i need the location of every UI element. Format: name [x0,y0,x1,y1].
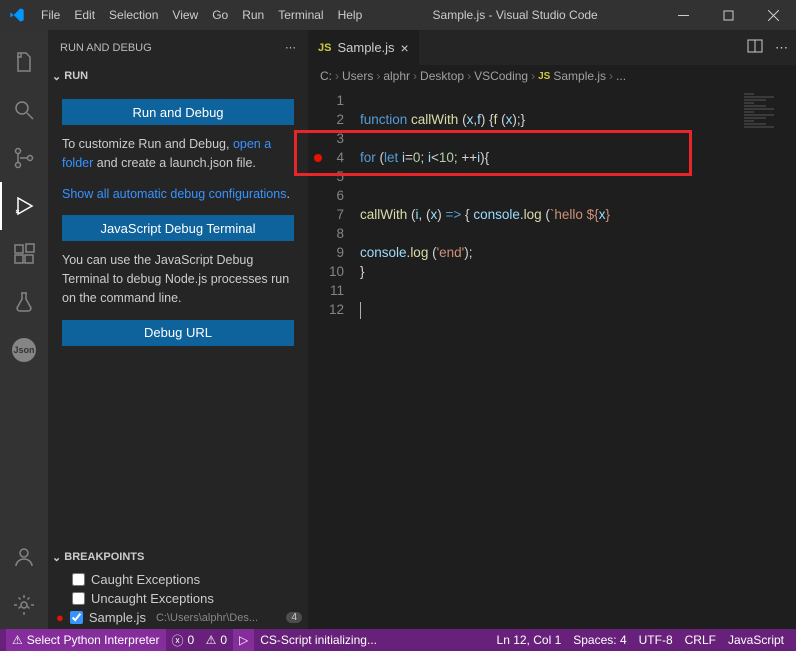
error-icon: ⓧ [172,632,184,649]
language-mode[interactable]: JavaScript [722,629,790,651]
uncaught-exceptions-label: Uncaught Exceptions [91,591,214,606]
warning-count-icon: ⚠ [206,633,217,647]
settings-gear-icon[interactable] [0,581,48,629]
close-button[interactable] [751,0,796,30]
maximize-button[interactable] [706,0,751,30]
breadcrumb-separator: › [467,69,471,83]
breadcrumb-separator: › [531,69,535,83]
eol-status[interactable]: CRLF [679,629,722,651]
menu-go[interactable]: Go [205,0,235,30]
minimap[interactable] [744,92,784,292]
run-section-header[interactable]: ⌄ RUN [48,65,308,87]
run-label: RUN [64,70,88,82]
menu-run[interactable]: Run [235,0,271,30]
breakpoint-line-badge: 4 [286,612,302,623]
accounts-icon[interactable] [0,533,48,581]
breadcrumb-item[interactable]: Sample.js [553,69,606,83]
window-controls [661,0,796,30]
debug-url-button[interactable]: Debug URL [62,320,294,346]
js-file-icon: JS [318,42,331,54]
breakpoint-file: Sample.js [89,610,146,625]
split-editor-icon[interactable] [747,38,763,57]
breadcrumb-item[interactable]: ... [616,69,626,83]
menu-terminal[interactable]: Terminal [271,0,330,30]
customize-text: To customize Run and Debug, open a folde… [62,135,294,173]
run-and-debug-button[interactable]: Run and Debug [62,99,294,125]
breadcrumb-item[interactable]: VSCoding [474,69,528,83]
chevron-down-icon: ⌄ [52,551,61,564]
json-icon[interactable]: Json [12,338,36,362]
breakpoint-dot[interactable] [314,154,322,162]
breadcrumb-separator: › [609,69,613,83]
breakpoint-file-row[interactable]: ● Sample.js C:\Users\alphr\Des... 4 [50,608,306,627]
menu-view[interactable]: View [165,0,205,30]
tab-label: Sample.js [337,40,394,55]
minimize-button[interactable] [661,0,706,30]
jsdt-description: You can use the JavaScript Debug Termina… [62,251,294,307]
source-control-icon[interactable] [0,134,48,182]
encoding-status[interactable]: UTF-8 [633,629,679,651]
indentation-status[interactable]: Spaces: 4 [567,629,632,651]
caught-exceptions-checkbox[interactable] [72,573,85,586]
close-tab-icon[interactable]: × [401,40,409,56]
tab-sample-js[interactable]: JS Sample.js × [308,30,420,65]
sidebar-header: RUN AND DEBUG ⋯ [48,30,308,65]
window-title: Sample.js - Visual Studio Code [369,8,661,22]
status-bar: ⚠ Select Python Interpreter ⓧ0 ⚠0 ▷ CS-S… [0,629,796,651]
explorer-icon[interactable] [0,38,48,86]
caught-exceptions-label: Caught Exceptions [91,572,200,587]
python-interpreter-warning[interactable]: ⚠ Select Python Interpreter [6,629,166,651]
menu-selection[interactable]: Selection [102,0,165,30]
menu-file[interactable]: File [34,0,67,30]
caught-exceptions-row[interactable]: Caught Exceptions [50,570,306,589]
breakpoints-label: BREAKPOINTS [64,551,144,563]
breadcrumb-separator: › [413,69,417,83]
activity-bar: Json [0,30,48,629]
breakpoints-header[interactable]: ⌄ BREAKPOINTS [48,546,308,568]
code-editor[interactable]: 123456789101112 function callWith (x,f) … [308,87,796,629]
warning-icon: ⚠ [12,633,23,647]
breadcrumb-item[interactable]: C: [320,69,332,83]
extensions-icon[interactable] [0,230,48,278]
breadcrumb-separator: › [335,69,339,83]
editor-area: JS Sample.js × ⋯ C:›Users›alphr›Desktop›… [308,30,796,629]
line-number-gutter: 123456789101112 [308,91,360,629]
breadcrumb[interactable]: C:›Users›alphr›Desktop›VSCoding›JS Sampl… [308,65,796,87]
breadcrumb-separator: › [376,69,380,83]
run-debug-icon[interactable] [0,182,48,230]
chevron-down-icon: ⌄ [52,70,61,83]
breakpoint-path: C:\Users\alphr\Des... [156,612,281,624]
menu-edit[interactable]: Edit [67,0,102,30]
uncaught-exceptions-row[interactable]: Uncaught Exceptions [50,589,306,608]
show-auto-debug-link[interactable]: Show all automatic debug configurations [62,187,286,201]
sidebar: RUN AND DEBUG ⋯ ⌄ RUN Run and Debug To c… [48,30,308,629]
titlebar: FileEditSelectionViewGoRunTerminalHelp S… [0,0,796,30]
code-content[interactable]: function callWith (x,f) {f (x);}for (let… [360,91,796,629]
cs-script-status[interactable]: CS-Script initializing... [254,629,383,651]
breadcrumb-item[interactable]: alphr [383,69,410,83]
cursor-position[interactable]: Ln 12, Col 1 [491,629,568,651]
editor-tabs: JS Sample.js × ⋯ [308,30,796,65]
search-icon[interactable] [0,86,48,134]
vscode-logo-icon [0,7,34,23]
menu-help[interactable]: Help [331,0,370,30]
testing-icon[interactable] [0,278,48,326]
breadcrumb-item[interactable]: Users [342,69,373,83]
main-menu: FileEditSelectionViewGoRunTerminalHelp [34,0,369,30]
uncaught-exceptions-checkbox[interactable] [72,592,85,605]
more-actions-icon[interactable]: ⋯ [775,40,788,56]
more-icon[interactable]: ⋯ [285,41,296,54]
debug-launch[interactable]: ▷ [233,629,254,651]
sidebar-title: RUN AND DEBUG [60,42,152,54]
problems-status[interactable]: ⓧ0 ⚠0 [166,629,234,651]
debug-play-icon: ▷ [239,633,248,647]
breakpoint-checkbox[interactable] [70,611,83,624]
js-debug-terminal-button[interactable]: JavaScript Debug Terminal [62,215,294,241]
breadcrumb-item[interactable]: Desktop [420,69,464,83]
